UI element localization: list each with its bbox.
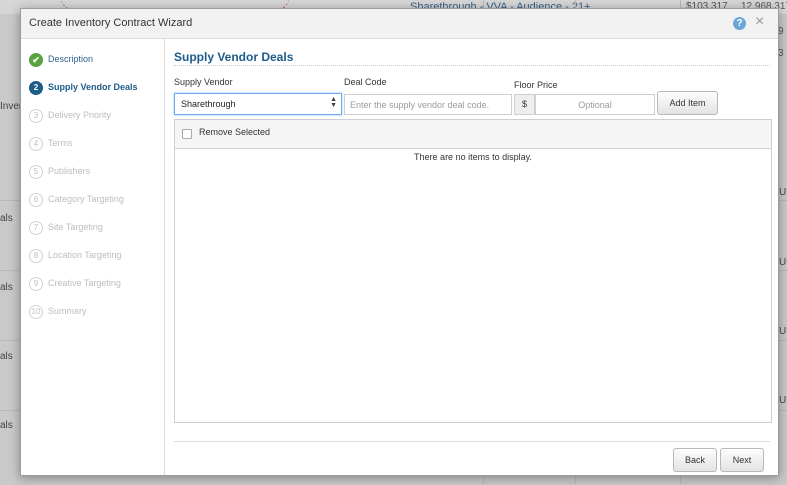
- background-side-label: als: [0, 213, 13, 224]
- empty-message: There are no items to display.: [414, 152, 532, 162]
- step-label: Supply Vendor Deals: [48, 82, 138, 92]
- remove-selected-label[interactable]: Remove Selected: [199, 127, 270, 137]
- step-label: Category Targeting: [48, 194, 124, 204]
- background-right-label: Ur: [779, 187, 787, 198]
- close-icon[interactable]: ×: [755, 14, 764, 30]
- currency-addon: $: [514, 94, 535, 115]
- background-side-label: als: [0, 351, 13, 362]
- title-divider: [174, 65, 770, 66]
- grid-toolbar: Remove Selected: [175, 120, 771, 149]
- wizard-content: Supply Vendor Deals Supply Vendor Sharet…: [165, 39, 778, 475]
- step-number: 2: [29, 81, 43, 95]
- back-button[interactable]: Back: [673, 448, 717, 472]
- step-site-targeting: 7 Site Targeting: [29, 221, 159, 237]
- step-number: 3: [29, 109, 43, 123]
- wizard-modal: Create Inventory Contract Wizard ? × ✔ D…: [20, 8, 779, 476]
- remove-selected-checkbox[interactable]: [182, 129, 192, 139]
- step-publishers: 5 Publishers: [29, 165, 159, 181]
- step-label: Creative Targeting: [48, 278, 121, 288]
- help-icon[interactable]: ?: [733, 17, 746, 30]
- step-summary: 10 Summary: [29, 305, 159, 321]
- step-number: 10: [29, 305, 43, 319]
- deal-code-label: Deal Code: [344, 77, 387, 87]
- section-title: Supply Vendor Deals: [174, 50, 294, 64]
- deals-grid: Remove Selected There are no items to di…: [174, 119, 772, 423]
- step-terms: 4 Terms: [29, 137, 159, 153]
- supply-vendor-label: Supply Vendor: [174, 77, 233, 87]
- background-right-label: Ur: [779, 257, 787, 268]
- background-side-label: als: [0, 282, 13, 293]
- step-label: Location Targeting: [48, 250, 122, 260]
- supply-vendor-value: Sharethrough: [181, 99, 236, 109]
- footer-divider: [174, 441, 770, 442]
- step-label: Terms: [48, 138, 73, 148]
- add-item-button[interactable]: Add Item: [657, 91, 718, 115]
- step-label: Summary: [48, 306, 87, 316]
- step-creative-targeting: 9 Creative Targeting: [29, 277, 159, 293]
- step-description[interactable]: ✔ Description: [29, 53, 159, 69]
- step-supply-vendor-deals[interactable]: 2 Supply Vendor Deals: [29, 81, 159, 97]
- supply-vendor-select[interactable]: Sharethrough ▲ ▼: [174, 93, 342, 115]
- modal-title: Create Inventory Contract Wizard: [29, 17, 193, 29]
- deal-code-input[interactable]: Enter the supply vendor deal code.: [344, 94, 512, 115]
- step-number: 4: [29, 137, 43, 151]
- floor-price-input[interactable]: Optional: [535, 94, 655, 115]
- wizard-steps: ✔ Description 2 Supply Vendor Deals 3 De…: [21, 39, 165, 475]
- modal-header: Create Inventory Contract Wizard ? ×: [21, 9, 778, 39]
- step-label: Description: [48, 54, 94, 64]
- background-right-label: Ur: [779, 395, 787, 406]
- step-label: Delivery Priority: [48, 110, 112, 120]
- step-delivery-priority: 3 Delivery Priority: [29, 109, 159, 125]
- step-number: 5: [29, 165, 43, 179]
- background-right-label: Ur: [779, 326, 787, 337]
- floor-price-label: Floor Price: [514, 80, 558, 90]
- step-number: 7: [29, 221, 43, 235]
- deal-code-placeholder: Enter the supply vendor deal code.: [350, 100, 490, 110]
- background-side-label: als: [0, 420, 13, 431]
- step-location-targeting: 8 Location Targeting: [29, 249, 159, 265]
- floor-price-placeholder: Optional: [578, 100, 612, 110]
- step-label: Site Targeting: [48, 222, 103, 232]
- step-number: 9: [29, 277, 43, 291]
- next-button[interactable]: Next: [720, 448, 764, 472]
- step-category-targeting: 6 Category Targeting: [29, 193, 159, 209]
- select-arrows-icon: ▲ ▼: [330, 96, 337, 109]
- step-label: Publishers: [48, 166, 91, 176]
- checkmark-icon: ✔: [29, 53, 43, 67]
- step-number: 8: [29, 249, 43, 263]
- step-number: 6: [29, 193, 43, 207]
